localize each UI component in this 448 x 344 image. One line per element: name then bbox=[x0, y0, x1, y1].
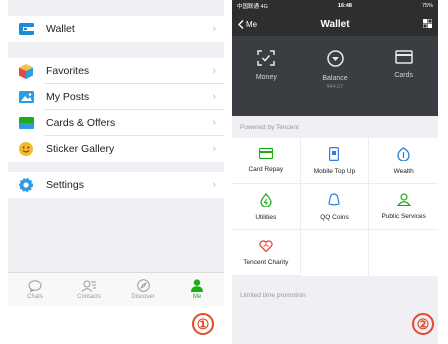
balance-icon bbox=[326, 50, 344, 67]
wallet-hero-panel: Money Balance ¥44.07 Cards bbox=[232, 36, 438, 116]
carrier-label: 中国联通 4G bbox=[237, 4, 268, 10]
scan-money-icon bbox=[257, 50, 276, 66]
mobile-topup-icon bbox=[329, 146, 340, 161]
wealth-icon bbox=[397, 146, 410, 161]
tab-chats[interactable]: Chats bbox=[8, 273, 62, 306]
grid-menu-icon[interactable] bbox=[422, 15, 433, 33]
menu-item-label: Favorites bbox=[46, 65, 90, 77]
smiley-icon bbox=[18, 141, 34, 157]
service-label: QQ Coins bbox=[320, 213, 349, 221]
promotion-label: Limited time promotion bbox=[240, 291, 306, 299]
settings-gear-icon bbox=[18, 177, 34, 193]
card-icon bbox=[394, 50, 413, 64]
utilities-icon bbox=[260, 192, 272, 207]
menu-item-cards-offers[interactable]: Cards & Offers › bbox=[8, 110, 224, 136]
chevron-right-icon: › bbox=[212, 23, 216, 35]
balance-amount: ¥44.07 bbox=[326, 84, 344, 90]
menu-item-favorites[interactable]: Favorites › bbox=[8, 58, 224, 84]
menu-item-sticker-gallery[interactable]: Sticker Gallery › bbox=[8, 136, 224, 162]
menu-item-wallet[interactable]: Wallet › bbox=[8, 16, 224, 42]
menu-item-label: Sticker Gallery bbox=[46, 143, 115, 155]
tab-discover[interactable]: Discover bbox=[116, 273, 170, 306]
public-services-icon bbox=[396, 193, 411, 206]
status-time: 16:48 bbox=[337, 3, 352, 9]
menu-item-label: Wallet bbox=[46, 23, 75, 35]
page-title: Wallet bbox=[320, 18, 350, 30]
chevron-right-icon: › bbox=[212, 117, 216, 129]
empty-cell bbox=[369, 230, 438, 276]
chevron-right-icon: › bbox=[212, 143, 216, 155]
menu-item-my-posts[interactable]: My Posts › bbox=[8, 84, 224, 110]
tab-label: Discover bbox=[131, 294, 155, 300]
service-label: Utilities bbox=[255, 213, 277, 221]
hero-label: Money bbox=[255, 74, 277, 81]
menu-item-label: My Posts bbox=[46, 91, 90, 103]
person-icon bbox=[191, 279, 203, 292]
service-label: Public Services bbox=[381, 213, 426, 220]
tab-label: Me bbox=[192, 294, 202, 300]
chevron-right-icon: › bbox=[212, 91, 216, 103]
hero-cards[interactable]: Cards bbox=[369, 36, 438, 116]
contacts-icon bbox=[81, 280, 96, 292]
back-button[interactable]: Me bbox=[238, 20, 257, 29]
navigation-bar: Me Wallet bbox=[232, 12, 438, 36]
service-qq-coins[interactable]: QQ Coins bbox=[300, 184, 370, 230]
service-public-services[interactable]: Public Services bbox=[369, 184, 438, 230]
tab-label: Contacts bbox=[77, 293, 101, 300]
chevron-right-icon: › bbox=[212, 65, 216, 77]
marker-two: ② bbox=[412, 313, 434, 335]
service-label: Wealth bbox=[393, 167, 414, 175]
marker-one: ① bbox=[192, 313, 214, 335]
tab-contacts[interactable]: Contacts bbox=[62, 273, 116, 306]
tab-me[interactable]: Me bbox=[170, 273, 224, 306]
service-label: Mobile Top Up bbox=[313, 167, 356, 175]
qq-coins-icon bbox=[328, 192, 341, 206]
chevron-left-icon bbox=[238, 19, 244, 29]
powered-by-label: Powered by Tencent bbox=[240, 123, 299, 131]
me-screen: Wallet › Favorites › My Posts › Cards & … bbox=[8, 0, 224, 306]
chat-bubble-icon bbox=[28, 279, 42, 292]
service-tencent-charity[interactable]: Tencent Charity bbox=[232, 230, 301, 276]
hero-label: Balance bbox=[322, 75, 348, 82]
wallet-icon bbox=[18, 21, 34, 37]
card-repay-icon bbox=[258, 148, 273, 159]
status-bar: 中国联通 4G 16:48 75% bbox=[232, 0, 438, 12]
service-label: Card Repay bbox=[248, 166, 284, 173]
battery-label: 75% bbox=[421, 3, 433, 9]
cards-offers-icon bbox=[18, 115, 34, 131]
compass-icon bbox=[136, 279, 150, 292]
menu-item-label: Settings bbox=[46, 179, 84, 191]
wallet-screen: 中国联通 4G 16:48 75% Me Wallet Money Balanc… bbox=[232, 0, 438, 344]
service-mobile-top-up[interactable]: Mobile Top Up bbox=[300, 138, 370, 184]
service-utilities[interactable]: Utilities bbox=[232, 184, 301, 230]
service-label: Tencent Charity bbox=[243, 258, 289, 266]
tab-label: Chats bbox=[27, 293, 43, 300]
service-wealth[interactable]: Wealth bbox=[369, 138, 438, 184]
menu-item-label: Cards & Offers bbox=[46, 117, 116, 129]
services-grid: Card Repay Mobile Top Up Wealth Utilitie… bbox=[232, 138, 438, 276]
charity-heart-icon bbox=[259, 239, 273, 252]
favorites-cube-icon bbox=[18, 63, 34, 79]
menu-item-settings[interactable]: Settings › bbox=[8, 172, 224, 198]
bottom-tab-bar: Chats Contacts Discover Me bbox=[8, 272, 224, 306]
hero-money[interactable]: Money bbox=[232, 36, 301, 116]
chevron-right-icon: › bbox=[212, 179, 216, 191]
hero-balance[interactable]: Balance ¥44.07 bbox=[301, 36, 370, 116]
hero-label: Cards bbox=[394, 72, 414, 79]
photo-icon bbox=[18, 89, 34, 105]
back-label: Me bbox=[246, 19, 258, 29]
service-card-repay[interactable]: Card Repay bbox=[232, 138, 301, 184]
empty-cell bbox=[301, 230, 370, 276]
